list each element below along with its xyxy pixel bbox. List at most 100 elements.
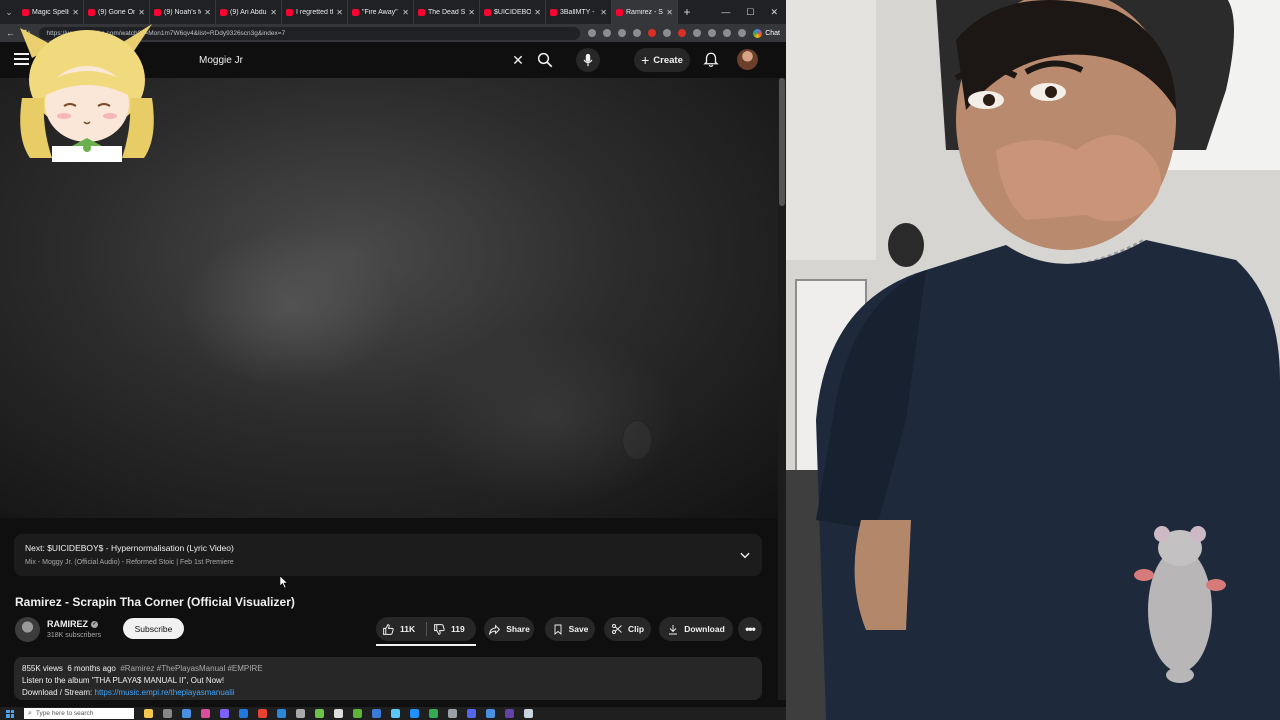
create-button[interactable]: + Create (634, 48, 690, 72)
minimize-icon[interactable]: — (721, 7, 730, 18)
scrollbar-thumb[interactable] (779, 78, 785, 206)
taskbar-app-icon[interactable] (163, 709, 172, 718)
notifications-bell-icon[interactable] (702, 51, 720, 69)
taskbar-app-icon[interactable] (239, 709, 248, 718)
taskbar-app-icon[interactable] (505, 709, 514, 718)
taskbar-app-icon[interactable] (258, 709, 267, 718)
verified-check-icon: ✓ (91, 620, 98, 628)
browser-tab[interactable]: $UICIDEBOY$✕ (480, 0, 546, 24)
close-tab-icon[interactable]: ✕ (468, 8, 475, 17)
extension-icon[interactable] (648, 29, 657, 37)
extension-icon[interactable] (678, 29, 687, 37)
scissors-icon (612, 624, 622, 634)
browser-tab[interactable]: I regretted th ✕ (282, 0, 348, 24)
extension-icon[interactable] (618, 29, 627, 37)
share-label: Share (506, 624, 530, 634)
taskbar-app-icon[interactable] (448, 709, 457, 718)
account-avatar[interactable] (737, 49, 758, 70)
channel-avatar[interactable] (15, 617, 40, 642)
page-scrollbar[interactable] (778, 78, 786, 700)
up-next-panel[interactable]: Next: $UICIDEBOY$ - Hypernormalisation (… (14, 534, 762, 576)
taskbar-app-icon[interactable] (277, 709, 286, 718)
gemini-icon (753, 28, 763, 38)
chat-button[interactable]: Chat (753, 28, 780, 38)
taskbar-app-icon[interactable] (334, 709, 343, 718)
windows-taskbar: ⌕ Type here to search (0, 707, 786, 720)
clear-search-icon[interactable]: ✕ (508, 52, 528, 69)
taskbar-app-icon[interactable] (467, 709, 476, 718)
browser-tab[interactable]: 3BallMTY - In✕ (546, 0, 612, 24)
taskbar-app-icon[interactable] (486, 709, 495, 718)
extension-icon[interactable] (663, 29, 672, 37)
browser-tab[interactable]: (9) Ari Abdul ✕ (216, 0, 282, 24)
video-title: Ramirez - Scrapin Tha Corner (Official V… (15, 595, 295, 609)
browser-window: ⌄ Magic Spells ✕ (9) Gone On ✕ (9) Noah's fo… (0, 0, 786, 720)
stream-link[interactable]: https://music.empi.re/theplayasmanualii (95, 688, 235, 697)
close-tab-icon[interactable]: ✕ (534, 8, 541, 17)
taskbar-app-icon[interactable] (410, 709, 419, 718)
tab-title: "Fire Away" - (362, 8, 400, 16)
taskbar-app-icon[interactable] (201, 709, 210, 718)
extension-icons: Chat (588, 28, 780, 38)
taskbar-app-icon[interactable] (391, 709, 400, 718)
extensions-puzzle-icon[interactable] (708, 29, 717, 37)
browser-tab[interactable]: The Dead Se ✕ (414, 0, 480, 24)
close-tab-icon[interactable]: ✕ (72, 8, 79, 17)
download-icon (669, 624, 678, 634)
save-button[interactable]: Save (545, 617, 595, 641)
taskbar-search[interactable]: ⌕ Type here to search (24, 708, 134, 719)
like-button[interactable]: 11K (382, 617, 415, 641)
thumbs-up-icon (383, 623, 394, 635)
close-tab-icon[interactable]: ✕ (666, 8, 673, 17)
search-input[interactable]: Moggie Jr (186, 55, 508, 66)
taskbar-app-icon[interactable] (353, 709, 362, 718)
close-tab-icon[interactable]: ✕ (600, 8, 607, 17)
close-tab-icon[interactable]: ✕ (402, 8, 409, 17)
bookmark-star-icon[interactable] (603, 29, 612, 37)
extension-icon[interactable] (693, 29, 702, 37)
description-line: Listen to the album "THA PLAYA$ MANUAL I… (22, 676, 225, 685)
taskbar-app-icon[interactable] (524, 709, 533, 718)
taskbar-app-icon[interactable] (315, 709, 324, 718)
more-menu-icon[interactable] (738, 29, 747, 37)
close-tab-icon[interactable]: ✕ (138, 8, 145, 17)
taskbar-app-icon[interactable] (372, 709, 381, 718)
close-tab-icon[interactable]: ✕ (204, 8, 211, 17)
hashtags[interactable]: #Ramirez #ThePlayasManual #EMPIRE (120, 664, 262, 673)
profile-icon[interactable] (723, 29, 732, 37)
taskbar-app-icon[interactable] (182, 709, 191, 718)
description-line: Download / Stream: https://music.empi.re… (22, 688, 754, 697)
extension-icon[interactable] (588, 29, 597, 37)
subscribe-button[interactable]: Subscribe (123, 618, 184, 639)
close-tab-icon[interactable]: ✕ (336, 8, 343, 17)
plus-icon: + (641, 52, 650, 68)
share-button[interactable]: Share (484, 617, 534, 641)
browser-tab[interactable]: Ramirez - Scr✕ (612, 0, 678, 24)
tab-favicon-icon (352, 8, 359, 16)
dislike-button[interactable]: 119 (433, 617, 465, 641)
thumbs-down-icon (434, 623, 445, 635)
taskbar-app-icon[interactable] (144, 709, 153, 718)
taskbar-app-icon[interactable] (220, 709, 229, 718)
tab-favicon-icon (616, 8, 623, 16)
clip-button[interactable]: Clip (604, 617, 651, 641)
description-box[interactable]: 855K views 6 months ago #Ramirez #ThePla… (14, 657, 762, 700)
taskbar-app-icon[interactable] (296, 709, 305, 718)
voice-search-button[interactable] (576, 48, 600, 72)
more-actions-button[interactable]: ••• (738, 617, 762, 641)
maximize-icon[interactable]: ☐ (746, 7, 754, 18)
new-tab-button[interactable]: + (678, 5, 696, 19)
close-tab-icon[interactable]: ✕ (270, 8, 277, 17)
tab-favicon-icon (550, 8, 557, 16)
channel-name-link[interactable]: RAMIREZ ✓ (47, 619, 98, 629)
chevron-down-icon[interactable] (738, 548, 752, 562)
close-window-icon[interactable]: ✕ (770, 7, 778, 18)
search-icon[interactable] (536, 51, 554, 69)
like-dislike-group: 11K 119 (376, 617, 476, 641)
extension-icon[interactable] (633, 29, 642, 37)
windows-start-icon[interactable] (6, 709, 14, 718)
taskbar-app-icon[interactable] (429, 709, 438, 718)
chat-label: Chat (765, 29, 780, 37)
browser-tab[interactable]: "Fire Away" - ✕ (348, 0, 414, 24)
download-button[interactable]: Download (659, 617, 733, 641)
